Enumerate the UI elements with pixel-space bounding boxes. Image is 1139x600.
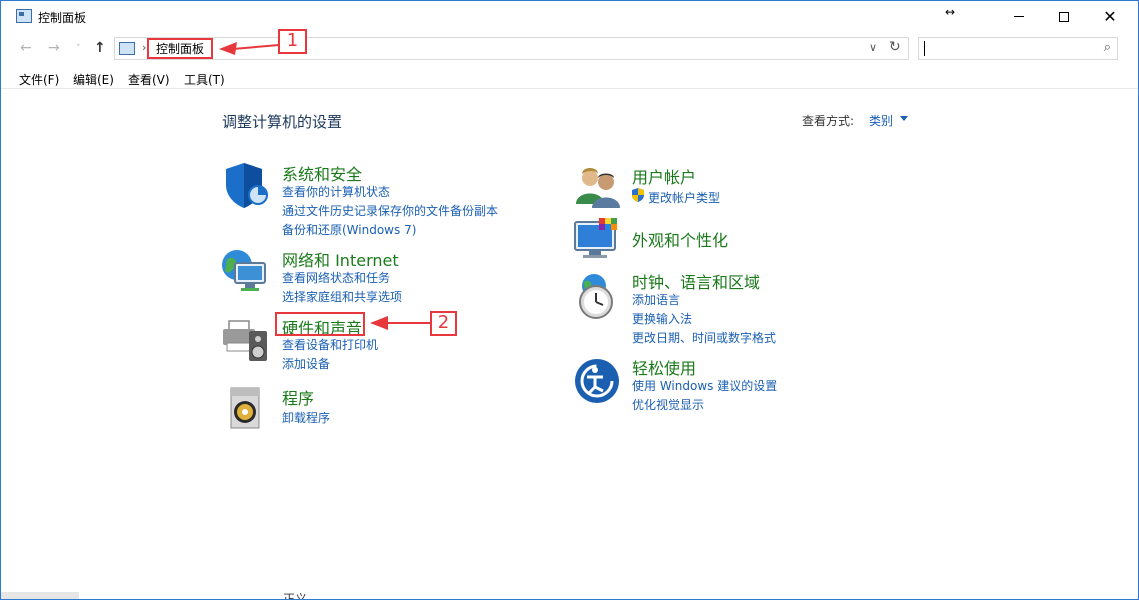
clock-globe-icon[interactable] xyxy=(572,272,620,320)
category-network-internet[interactable]: 网络和 Internet xyxy=(282,247,399,271)
annotation-badge-2: 2 xyxy=(430,311,457,336)
close-icon: ✕ xyxy=(1103,6,1117,26)
background-window-text: 正义 xyxy=(283,592,308,600)
menu-bar: 文件(F) 编辑(E) 查看(V) 工具(T) xyxy=(1,67,1138,89)
control-panel-icon xyxy=(16,9,32,23)
breadcrumb-control-panel[interactable]: 控制面板 xyxy=(147,38,214,59)
control-panel-address-icon xyxy=(119,42,135,55)
category-system-security[interactable]: 系统和安全 xyxy=(282,161,362,185)
search-icon[interactable]: ⌕ xyxy=(1104,40,1111,55)
view-by-caret-icon[interactable] xyxy=(900,116,908,121)
printer-speaker-icon[interactable] xyxy=(221,315,269,363)
breadcrumb-separator[interactable]: › xyxy=(142,41,146,54)
menu-view[interactable]: 查看(V) xyxy=(128,71,170,88)
category-clock-language-region[interactable]: 时钟、语言和区域 xyxy=(632,269,760,293)
search-input[interactable]: ⌕ xyxy=(918,37,1118,60)
menu-file[interactable]: 文件(F) xyxy=(19,71,59,88)
recent-locations-icon[interactable]: ˅ xyxy=(76,44,81,54)
address-dropdown-icon[interactable]: ∨ xyxy=(869,41,877,54)
category-ease-of-access[interactable]: 轻松使用 xyxy=(632,355,696,379)
close-button[interactable]: ✕ xyxy=(1087,1,1133,32)
ease-of-access-icon[interactable] xyxy=(573,357,621,405)
link-uninstall-program[interactable]: 卸载程序 xyxy=(282,409,330,426)
maximize-button[interactable] xyxy=(1041,1,1087,32)
link-change-account-type[interactable]: 更改帐户类型 xyxy=(648,189,720,206)
link-change-date-time-format[interactable]: 更改日期、时间或数字格式 xyxy=(632,329,776,346)
title-bar[interactable]: 控制面板 ↔ ✕ xyxy=(1,1,1138,32)
category-appearance-personalization[interactable]: 外观和个性化 xyxy=(632,227,728,251)
link-backup-restore[interactable]: 备份和还原(Windows 7) xyxy=(282,221,416,238)
link-add-device[interactable]: 添加设备 xyxy=(282,355,330,372)
menu-tools[interactable]: 工具(T) xyxy=(184,71,225,88)
refresh-icon[interactable]: ↻ xyxy=(889,39,901,55)
view-by-dropdown[interactable]: 类别 xyxy=(869,112,893,129)
category-user-accounts[interactable]: 用户帐户 xyxy=(632,164,696,188)
network-globe-icon[interactable] xyxy=(221,247,269,295)
program-disk-icon[interactable] xyxy=(223,384,271,432)
users-icon[interactable] xyxy=(574,164,622,212)
back-arrow-icon[interactable]: ← xyxy=(20,40,32,56)
annotation-highlight-2 xyxy=(275,312,365,336)
link-file-history[interactable]: 通过文件历史记录保存你的文件备份副本 xyxy=(282,202,498,219)
link-network-status[interactable]: 查看网络状态和任务 xyxy=(282,269,390,286)
background-window-edge xyxy=(1,592,79,599)
link-change-input-method[interactable]: 更换输入法 xyxy=(632,310,692,327)
minimize-icon xyxy=(1014,16,1024,17)
monitor-palette-icon[interactable] xyxy=(573,216,621,264)
annotation-badge-1: 1 xyxy=(278,29,307,54)
control-panel-window: 控制面板 ↔ ✕ ← → ˅ ↑ › 控制面板 ∨ ↻ 1 ⌕ 文件(F) 编辑… xyxy=(0,0,1139,600)
annotation-arrow-1 xyxy=(219,42,279,55)
annotation-arrow-2 xyxy=(370,316,432,330)
uac-shield-icon xyxy=(632,188,644,202)
link-add-language[interactable]: 添加语言 xyxy=(632,291,680,308)
window-title: 控制面板 xyxy=(38,11,87,25)
shield-icon[interactable] xyxy=(222,161,270,209)
minimize-button[interactable] xyxy=(996,1,1042,32)
link-view-computer-status[interactable]: 查看你的计算机状态 xyxy=(282,183,390,200)
category-programs[interactable]: 程序 xyxy=(282,385,314,409)
maximize-icon xyxy=(1059,11,1069,22)
up-arrow-icon[interactable]: ↑ xyxy=(94,40,106,56)
navigation-bar: ← → ˅ ↑ › 控制面板 ∨ ↻ 1 ⌕ xyxy=(1,29,1138,64)
link-recommended-settings[interactable]: 使用 Windows 建议的设置 xyxy=(632,377,777,394)
link-homegroup-sharing[interactable]: 选择家庭组和共享选项 xyxy=(282,288,402,305)
view-by-label: 查看方式: xyxy=(802,114,855,128)
text-caret xyxy=(924,41,925,56)
link-optimize-visual-display[interactable]: 优化视觉显示 xyxy=(632,396,704,413)
page-title: 调整计算机的设置 xyxy=(222,113,343,131)
menu-edit[interactable]: 编辑(E) xyxy=(73,71,114,88)
resize-cursor-icon: ↔ xyxy=(945,5,956,19)
forward-arrow-icon[interactable]: → xyxy=(48,40,60,56)
link-devices-printers[interactable]: 查看设备和打印机 xyxy=(282,336,378,353)
